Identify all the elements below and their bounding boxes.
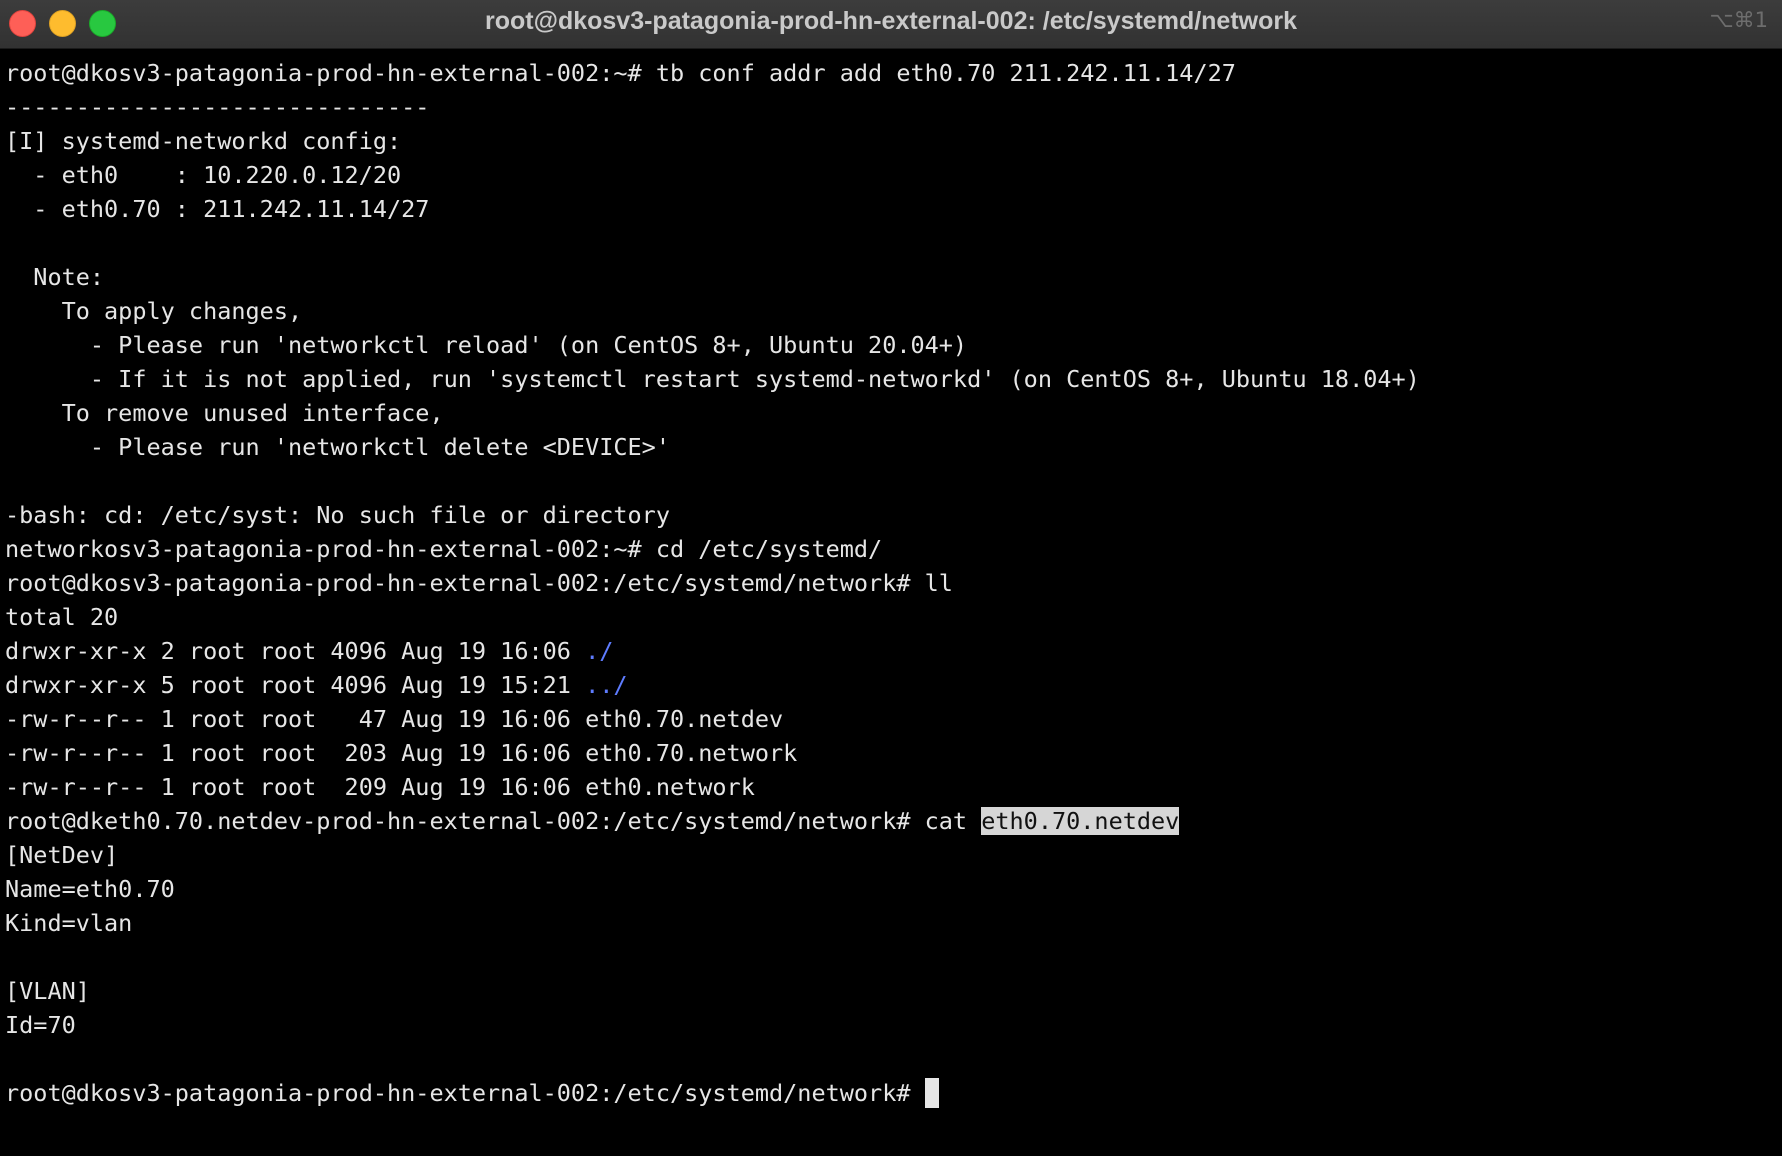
- terminal-line: root@dkosv3-patagonia-prod-hn-external-0…: [5, 59, 1236, 87]
- terminal-line: Note:: [5, 263, 105, 291]
- selected-text[interactable]: eth0.70.netdev: [981, 807, 1180, 835]
- terminal-line: networkosv3-patagonia-prod-hn-external-0…: [5, 535, 883, 563]
- terminal-line: root@dketh0.70.netdev-prod-hn-external-0…: [5, 804, 1782, 838]
- terminal-line: - eth0.70 : 211.242.11.14/27: [5, 195, 430, 223]
- terminal-window: root@dkosv3-patagonia-prod-hn-external-0…: [0, 0, 1782, 1156]
- prompt-text: root@dketh0.70.netdev-prod-hn-external-0…: [5, 807, 982, 835]
- directory-name: ./: [585, 637, 614, 665]
- terminal-line: -rw-r--r-- 1 root root 203 Aug 19 16:06 …: [5, 739, 798, 767]
- window-title: root@dkosv3-patagonia-prod-hn-external-0…: [484, 7, 1298, 35]
- prompt-text: root@dkosv3-patagonia-prod-hn-external-0…: [5, 1079, 925, 1107]
- terminal-line: -bash: cd: /etc/syst: No such file or di…: [5, 501, 670, 529]
- terminal-line: ------------------------------: [5, 93, 430, 121]
- terminal-line: [NetDev]: [5, 841, 119, 869]
- file-listing-text: drwxr-xr-x 5 root root 4096 Aug 19 15:21: [5, 671, 586, 699]
- terminal-line: -rw-r--r-- 1 root root 47 Aug 19 16:06 e…: [5, 705, 784, 733]
- terminal-line: To apply changes,: [5, 297, 303, 325]
- terminal-line: - eth0 : 10.220.0.12/20: [5, 161, 402, 189]
- terminal-prompt-line[interactable]: root@dkosv3-patagonia-prod-hn-external-0…: [5, 1076, 1782, 1110]
- text-cursor: [924, 1077, 939, 1108]
- terminal-line: total 20: [5, 603, 119, 631]
- window-shortcut-label: ⌥⌘1: [1709, 8, 1768, 32]
- terminal-line: - Please run 'networkctl delete <DEVICE>…: [5, 433, 670, 461]
- terminal-line: Name=eth0.70: [5, 875, 175, 903]
- terminal-line: [VLAN]: [5, 977, 90, 1005]
- terminal-line: root@dkosv3-patagonia-prod-hn-external-0…: [5, 569, 953, 597]
- directory-name: ../: [585, 671, 628, 699]
- terminal-line: -rw-r--r-- 1 root root 209 Aug 19 16:06 …: [5, 773, 755, 801]
- terminal-line: - If it is not applied, run 'systemctl r…: [5, 365, 1420, 393]
- terminal-line: Id=70: [5, 1011, 76, 1039]
- terminal-line: drwxr-xr-x 5 root root 4096 Aug 19 15:21…: [5, 668, 1782, 702]
- terminal-output[interactable]: root@dkosv3-patagonia-prod-hn-external-0…: [5, 56, 1782, 1156]
- file-listing-text: drwxr-xr-x 2 root root 4096 Aug 19 16:06: [5, 637, 586, 665]
- terminal-line: - Please run 'networkctl reload' (on Cen…: [5, 331, 968, 359]
- terminal-line: drwxr-xr-x 2 root root 4096 Aug 19 16:06…: [5, 634, 1782, 668]
- terminal-line: Kind=vlan: [5, 909, 133, 937]
- terminal-line: To remove unused interface,: [5, 399, 444, 427]
- terminal-line: [I] systemd-networkd config:: [5, 127, 402, 155]
- title-bar[interactable]: root@dkosv3-patagonia-prod-hn-external-0…: [0, 0, 1782, 49]
